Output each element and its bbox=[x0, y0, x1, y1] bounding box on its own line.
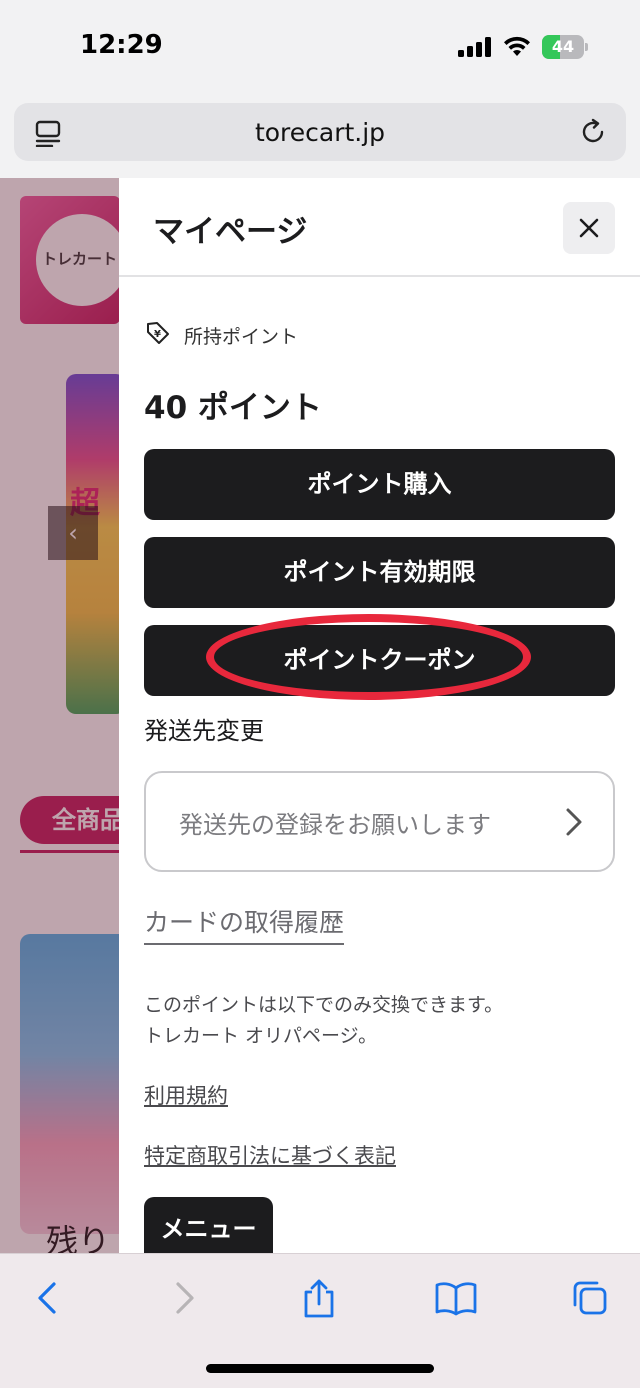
chevron-right-icon bbox=[566, 808, 582, 836]
close-button[interactable] bbox=[563, 202, 615, 254]
shipping-placeholder: 発送先の登録をお願いします bbox=[179, 811, 491, 839]
purchase-points-button[interactable]: ポイント購入 bbox=[144, 449, 615, 520]
battery-icon: 44 bbox=[542, 35, 588, 59]
price-tag-yen-icon: ¥ bbox=[147, 322, 169, 344]
status-bar: 12:29 44 bbox=[0, 0, 640, 96]
url-text[interactable]: torecart.jp bbox=[14, 118, 626, 147]
divider bbox=[119, 275, 640, 277]
points-label: 所持ポイント bbox=[184, 326, 299, 348]
home-indicator bbox=[206, 1364, 434, 1373]
commercial-law-link[interactable]: 特定商取引法に基づく表記 bbox=[144, 1140, 396, 1170]
svg-text:¥: ¥ bbox=[154, 329, 161, 340]
close-icon[interactable] bbox=[577, 216, 601, 240]
bookmarks-icon[interactable] bbox=[434, 1278, 478, 1318]
mypage-drawer: マイページ ¥ 所持ポイント 40 ポイント ポイント購入 ポイント有効期限 ポ… bbox=[119, 178, 640, 1253]
menu-button[interactable]: メニュー bbox=[144, 1197, 273, 1253]
cellular-signal-icon bbox=[458, 37, 492, 57]
points-expiry-button[interactable]: ポイント有効期限 bbox=[144, 537, 615, 608]
back-icon[interactable] bbox=[34, 1278, 60, 1318]
share-icon[interactable] bbox=[300, 1278, 338, 1320]
drawer-title: マイページ bbox=[153, 214, 308, 250]
status-time: 12:29 bbox=[80, 30, 163, 60]
battery-level: 44 bbox=[551, 37, 575, 56]
points-notice: このポイントは以下でのみ交換できます。 トレカート オリパページ。 bbox=[144, 990, 503, 1052]
address-bar[interactable]: torecart.jp bbox=[14, 103, 626, 161]
reload-icon[interactable] bbox=[578, 117, 608, 147]
forward-icon[interactable] bbox=[172, 1278, 198, 1318]
highlight-circle bbox=[206, 614, 531, 700]
notice-line-2: トレカート オリパページ。 bbox=[144, 1025, 378, 1047]
shipping-address-field[interactable]: 発送先の登録をお願いします bbox=[144, 771, 615, 872]
shipping-heading: 発送先変更 bbox=[144, 717, 264, 745]
notice-line-1: このポイントは以下でのみ交換できます。 bbox=[144, 994, 504, 1016]
points-value: 40 ポイント bbox=[144, 390, 322, 426]
wifi-icon bbox=[504, 36, 530, 56]
tabs-icon[interactable] bbox=[570, 1278, 610, 1318]
terms-link[interactable]: 利用規約 bbox=[144, 1080, 228, 1110]
card-history-link[interactable]: カードの取得履歴 bbox=[144, 903, 345, 945]
